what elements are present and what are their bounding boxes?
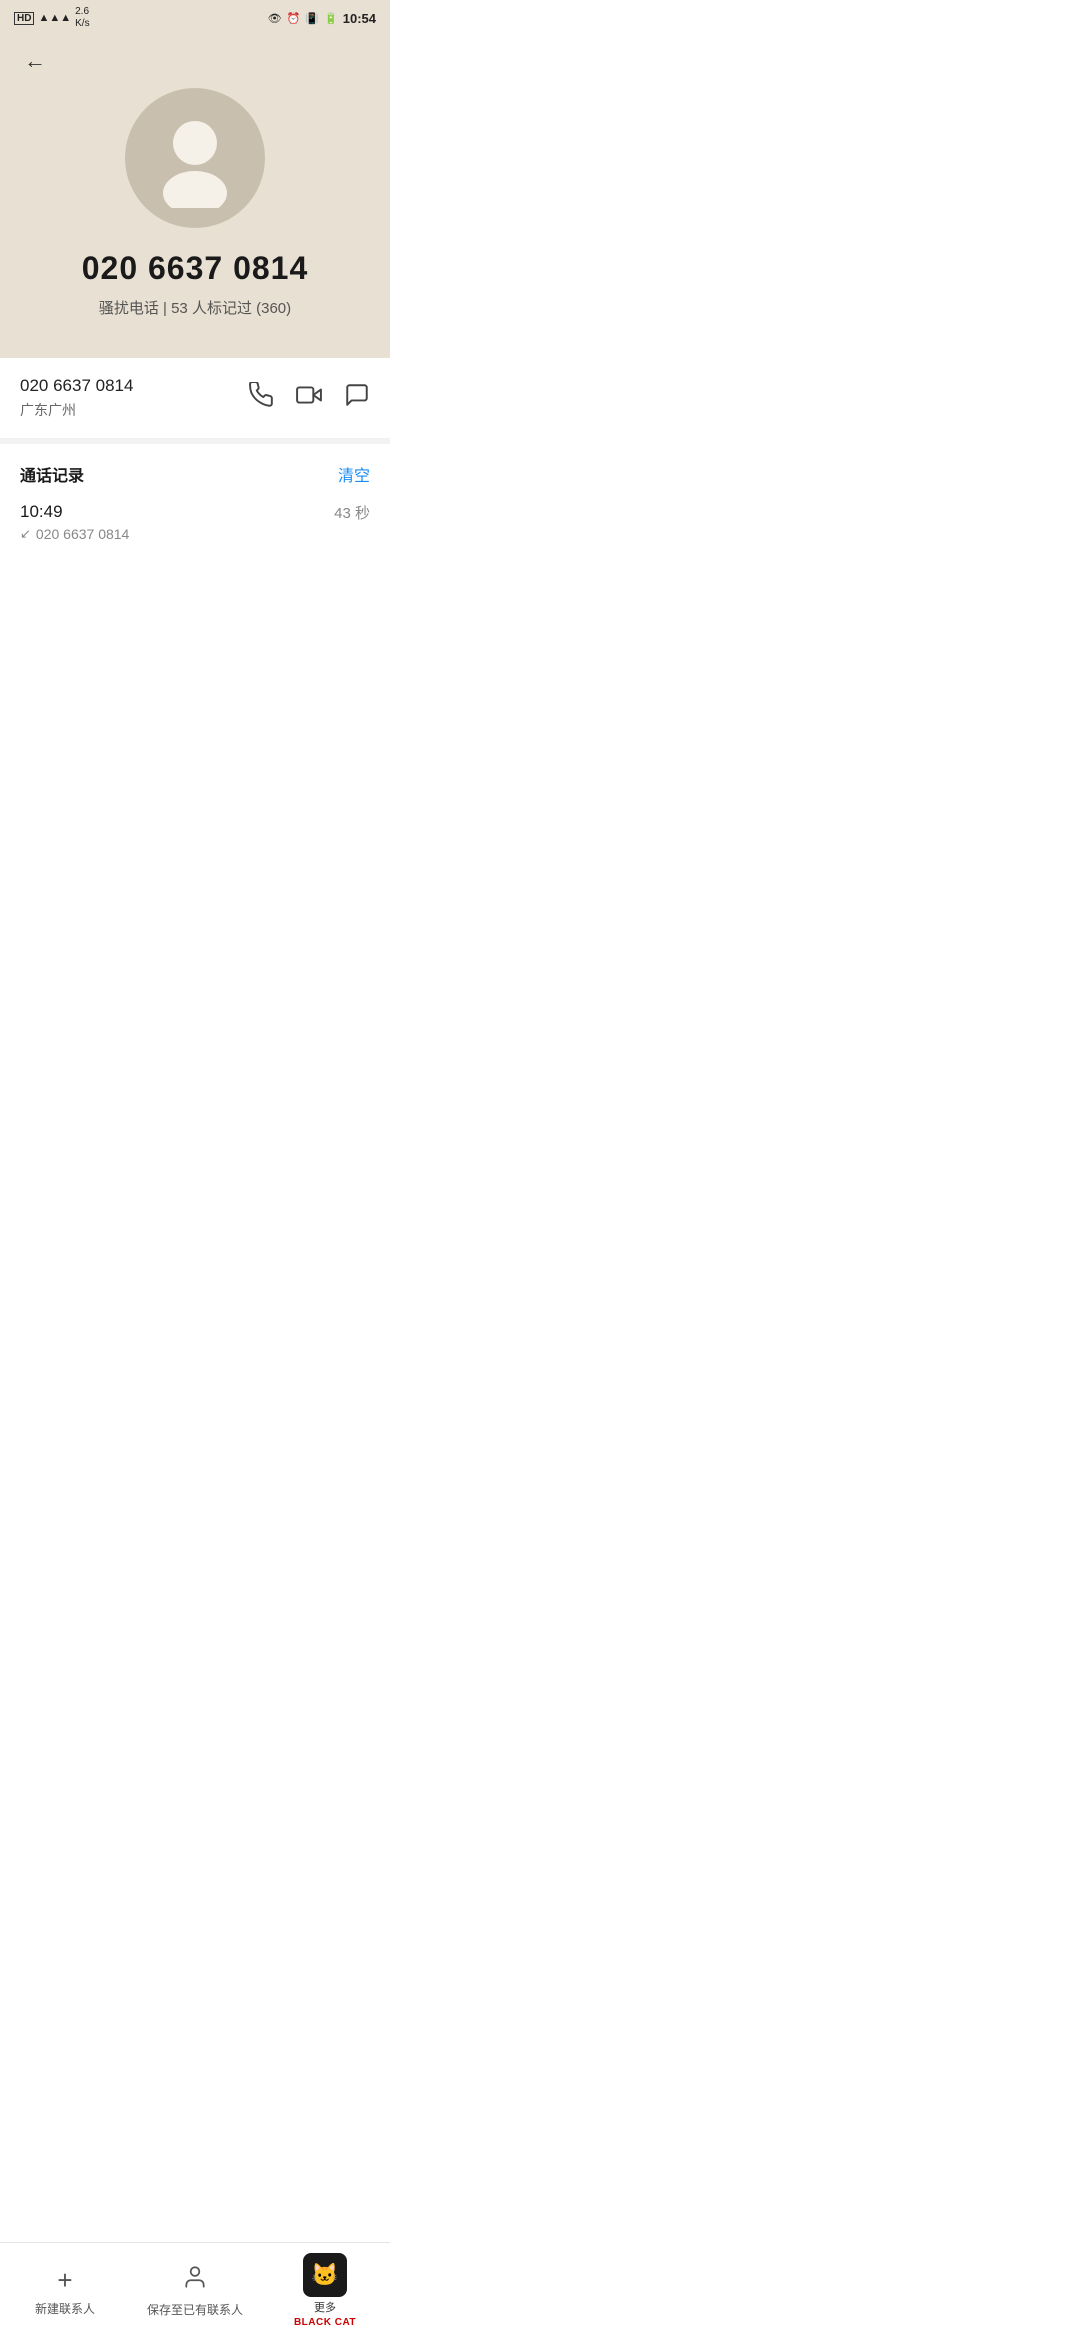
- blackcat-label: BLACK CAT: [294, 2317, 356, 2328]
- new-contact-label: 新建联系人: [35, 2300, 95, 2317]
- info-section: 020 6637 0814 广东广州: [0, 358, 390, 444]
- video-call-button[interactable]: [296, 382, 322, 414]
- network-speed: 2.6K/s: [75, 6, 89, 30]
- battery-icon: 🔋: [324, 12, 338, 25]
- new-contact-nav-item[interactable]: + 新建联系人: [0, 2265, 130, 2317]
- avatar: [125, 88, 265, 228]
- calllog-duration: 43 秒: [334, 502, 370, 523]
- save-contact-label: 保存至已有联系人: [147, 2301, 243, 2318]
- calllog-left: 10:49 ↙ 020 6637 0814: [20, 502, 129, 542]
- info-text: 020 6637 0814 广东广州: [20, 376, 133, 420]
- avatar-silhouette: [145, 108, 245, 208]
- calllog-time: 10:49: [20, 502, 129, 522]
- info-phone: 020 6637 0814: [20, 376, 133, 396]
- calllog-title: 通话记录: [20, 462, 84, 486]
- calllog-item: 10:49 ↙ 020 6637 0814 43 秒: [20, 502, 370, 556]
- incoming-call-icon: ↙: [20, 526, 31, 542]
- phone-tag: 骚扰电话 | 53 人标记过 (360): [99, 297, 291, 318]
- bottom-nav: + 新建联系人 保存至已有联系人 🐱 更多 BLACK CAT: [0, 2242, 390, 2340]
- new-contact-icon: +: [57, 2265, 72, 2296]
- save-contact-nav-item[interactable]: 保存至已有联系人: [130, 2264, 260, 2318]
- hero-phone-number: 020 6637 0814: [82, 250, 309, 287]
- info-actions: [248, 382, 370, 414]
- hd-badge: HD: [14, 12, 34, 25]
- vibrate-icon: 📳: [305, 12, 319, 25]
- status-time: 10:54: [343, 11, 376, 26]
- calllog-number: ↙ 020 6637 0814: [20, 526, 129, 542]
- eye-icon: 👁: [268, 12, 282, 25]
- back-button[interactable]: ←: [20, 44, 50, 78]
- calllog-clear-button[interactable]: 清空: [338, 462, 370, 486]
- signal-icon: ▲▲▲: [38, 12, 71, 24]
- status-left: HD ▲▲▲ 2.6K/s: [14, 6, 90, 30]
- message-button[interactable]: [344, 382, 370, 414]
- alarm-icon: ⏰: [287, 12, 301, 25]
- calllog-section: 通话记录 清空 10:49 ↙ 020 6637 0814 43 秒: [0, 444, 390, 556]
- save-contact-icon: [182, 2264, 208, 2297]
- blackcat-logo: 🐱: [303, 2253, 347, 2297]
- call-button[interactable]: [248, 382, 274, 414]
- info-row: 020 6637 0814 广东广州: [20, 376, 370, 420]
- info-location: 广东广州: [20, 400, 133, 420]
- calllog-header: 通话记录 清空: [20, 462, 370, 486]
- status-right: 👁 ⏰ 📳 🔋 10:54: [268, 11, 376, 26]
- blackcat-nav-item[interactable]: 🐱 更多 BLACK CAT: [260, 2253, 390, 2328]
- more-label: 更多: [314, 2299, 336, 2315]
- hero-section: ← 020 6637 0814 骚扰电话 | 53 人标记过 (360): [0, 34, 390, 358]
- status-bar: HD ▲▲▲ 2.6K/s 👁 ⏰ 📳 🔋 10:54: [0, 0, 390, 34]
